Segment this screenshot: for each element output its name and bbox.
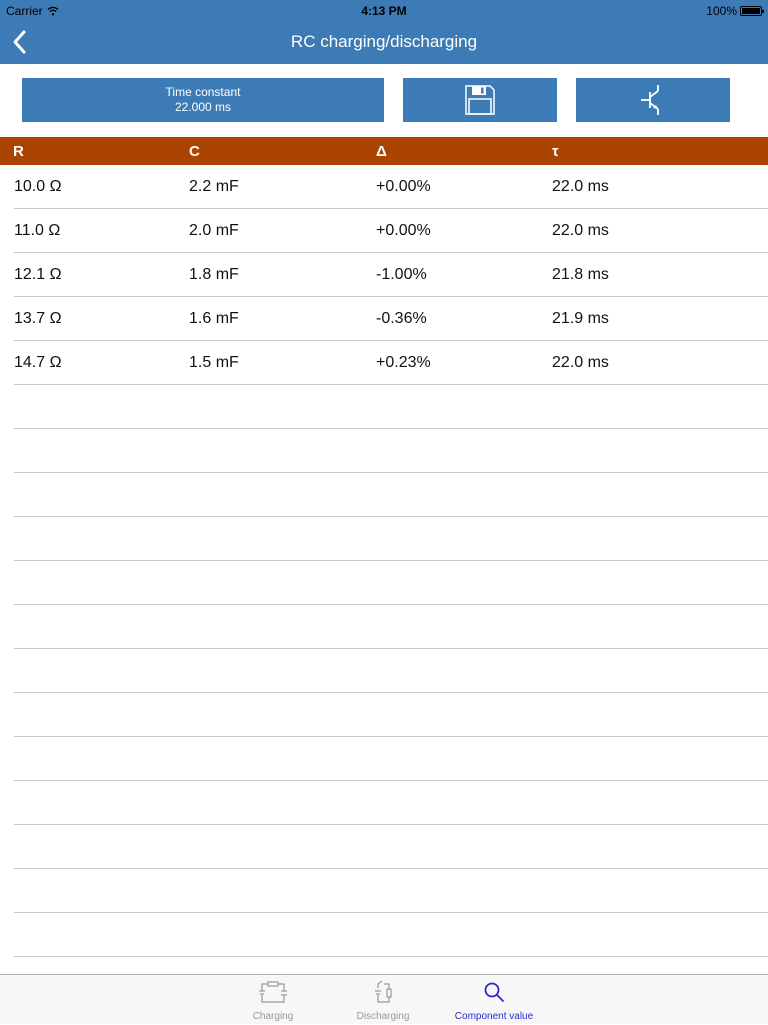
tab-discharging[interactable]: Discharging — [328, 975, 438, 1025]
cell-delta: -0.36% — [376, 310, 427, 327]
battery-info: 100% — [706, 4, 764, 18]
cell-resistance: 10.0 Ω — [14, 178, 62, 195]
empty-row — [0, 605, 768, 649]
tab-bar: Charging Discharging Component value — [0, 974, 768, 1024]
empty-row — [0, 561, 768, 605]
status-time: 4:13 PM — [361, 4, 407, 18]
cell-tau: 22.0 ms — [552, 354, 609, 371]
table-row[interactable]: 11.0 Ω 2.0 mF +0.00% 22.0 ms — [0, 209, 768, 253]
empty-row — [0, 913, 768, 957]
cell-capacitance: 2.2 mF — [189, 178, 239, 195]
table-row[interactable]: 10.0 Ω 2.2 mF +0.00% 22.0 ms — [0, 165, 768, 209]
results-table: 10.0 Ω 2.2 mF +0.00% 22.0 ms 11.0 Ω 2.0 … — [0, 165, 768, 957]
time-constant-button[interactable]: Time constant 22.000 ms — [22, 78, 384, 122]
tab-charging[interactable]: Charging — [218, 975, 328, 1025]
page-title: RC charging/discharging — [290, 32, 478, 51]
cell-tau: 22.0 ms — [552, 222, 609, 239]
save-button[interactable] — [403, 78, 557, 122]
column-header-delta[interactable]: Δ — [376, 143, 387, 160]
tab-label: Charging — [252, 1011, 294, 1022]
tab-component-value[interactable]: Component value — [439, 975, 549, 1025]
cell-tau: 21.8 ms — [552, 266, 609, 283]
battery-icon — [740, 6, 764, 16]
time-constant-value: 22.000 ms — [174, 100, 232, 114]
column-header-c[interactable]: C — [189, 143, 200, 160]
cell-delta: +0.23% — [376, 354, 431, 371]
table-row[interactable]: 13.7 Ω 1.6 mF -0.36% 21.9 ms — [0, 297, 768, 341]
discharging-circuit-icon — [375, 980, 392, 1003]
cell-tau: 22.0 ms — [552, 178, 609, 195]
table-row[interactable]: 14.7 Ω 1.5 mF +0.23% 22.0 ms — [0, 341, 768, 385]
column-header-tau[interactable]: τ — [552, 143, 559, 160]
empty-row — [0, 693, 768, 737]
cell-delta: +0.00% — [376, 222, 431, 239]
cell-capacitance: 1.6 mF — [189, 310, 239, 327]
table-row[interactable]: 12.1 Ω 1.8 mF -1.00% 21.8 ms — [0, 253, 768, 297]
battery-percent: 100% — [706, 4, 737, 18]
empty-row — [0, 781, 768, 825]
tab-label: Component value — [454, 1011, 534, 1022]
table-header: R C Δ τ — [0, 137, 768, 165]
empty-row — [0, 385, 768, 429]
empty-row — [0, 473, 768, 517]
toolbar: Time constant 22.000 ms — [0, 78, 768, 122]
tab-label: Discharging — [356, 1011, 410, 1022]
status-bar: Carrier 4:13 PM 100% — [0, 0, 768, 20]
empty-row — [0, 429, 768, 473]
cell-capacitance: 2.0 mF — [189, 222, 239, 239]
empty-row — [0, 517, 768, 561]
search-icon — [484, 982, 504, 1002]
transistor-icon — [641, 85, 659, 115]
cell-capacitance: 1.5 mF — [189, 354, 239, 371]
floppy-disk-icon — [465, 85, 495, 115]
column-header-r[interactable]: R — [13, 143, 24, 160]
cell-resistance: 13.7 Ω — [14, 310, 62, 327]
navigation-bar: RC charging/discharging — [0, 20, 768, 64]
empty-row — [0, 649, 768, 693]
cell-delta: -1.00% — [376, 266, 427, 283]
charging-circuit-icon — [259, 981, 287, 1003]
empty-row — [0, 869, 768, 913]
cell-tau: 21.9 ms — [552, 310, 609, 327]
empty-row — [0, 737, 768, 781]
cell-delta: +0.00% — [376, 178, 431, 195]
cell-capacitance: 1.8 mF — [189, 266, 239, 283]
time-constant-label: Time constant — [165, 85, 241, 99]
cell-resistance: 11.0 Ω — [14, 222, 61, 239]
empty-row — [0, 825, 768, 869]
header: Carrier 4:13 PM 100% RC charging/dischar… — [0, 0, 768, 64]
cell-resistance: 12.1 Ω — [14, 266, 62, 283]
cell-resistance: 14.7 Ω — [14, 354, 62, 371]
transistor-button[interactable] — [576, 78, 730, 122]
